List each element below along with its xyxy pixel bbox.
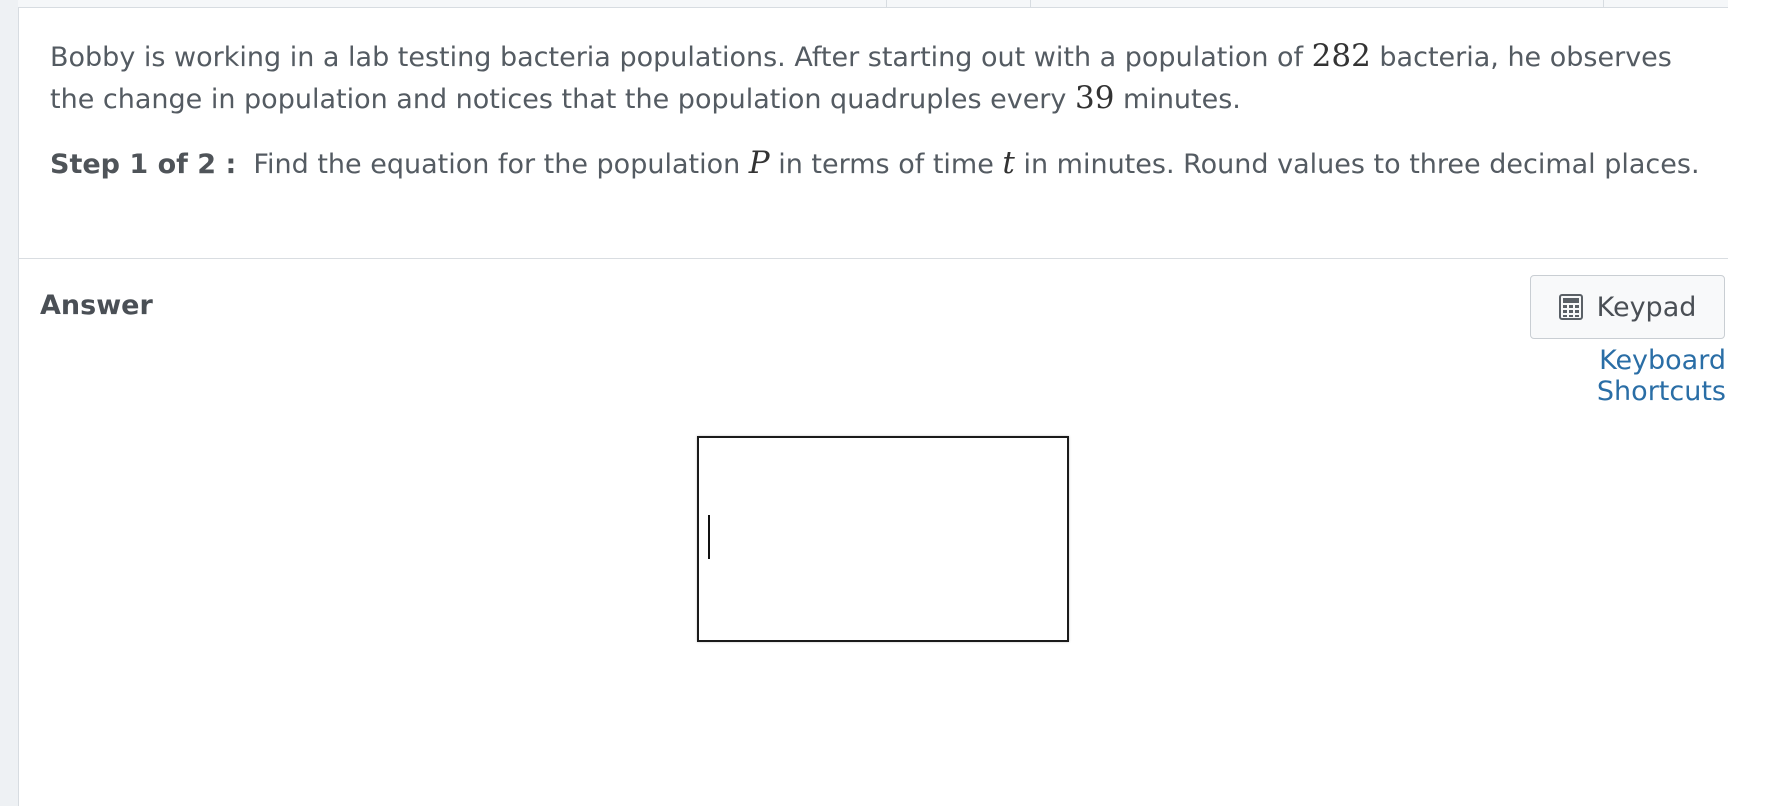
step-text3: in minutes. Round values to three decima… <box>1014 149 1700 180</box>
variable-t: t <box>1002 145 1015 181</box>
keypad-button-label: Keypad <box>1596 291 1697 323</box>
top-strip-divider <box>886 0 887 7</box>
text-caret <box>708 515 710 559</box>
answer-input[interactable] <box>697 436 1069 642</box>
keypad-button[interactable]: Keypad <box>1530 275 1725 339</box>
top-strip-divider <box>1603 0 1604 7</box>
right-margin <box>1728 0 1788 806</box>
period-value: 39 <box>1074 80 1115 116</box>
question-part3: minutes. <box>1114 84 1241 115</box>
answer-label: Answer <box>40 290 153 321</box>
calculator-icon <box>1558 294 1583 320</box>
question-paragraph: Bobby is working in a lab testing bacter… <box>50 36 1710 120</box>
top-strip-divider <box>1030 0 1031 7</box>
initial-population-value: 282 <box>1311 38 1371 74</box>
section-divider <box>18 258 1728 259</box>
left-gutter <box>0 0 19 806</box>
page: Bobby is working in a lab testing bacter… <box>0 0 1788 806</box>
step-label: Step 1 of 2 : <box>50 149 237 180</box>
step-instruction: Step 1 of 2 : Find the equation for the … <box>50 143 1710 185</box>
keyboard-shortcuts-link[interactable]: Keyboard Shortcuts <box>1468 345 1726 407</box>
step-text1: Find the equation for the population <box>236 149 749 180</box>
step-text2: in terms of time <box>769 149 1003 180</box>
question-text: Bobby is working in a lab testing bacter… <box>50 36 1710 120</box>
variable-p: P <box>748 145 770 181</box>
top-strip <box>18 0 1728 8</box>
question-part1: Bobby is working in a lab testing bacter… <box>50 42 1312 73</box>
